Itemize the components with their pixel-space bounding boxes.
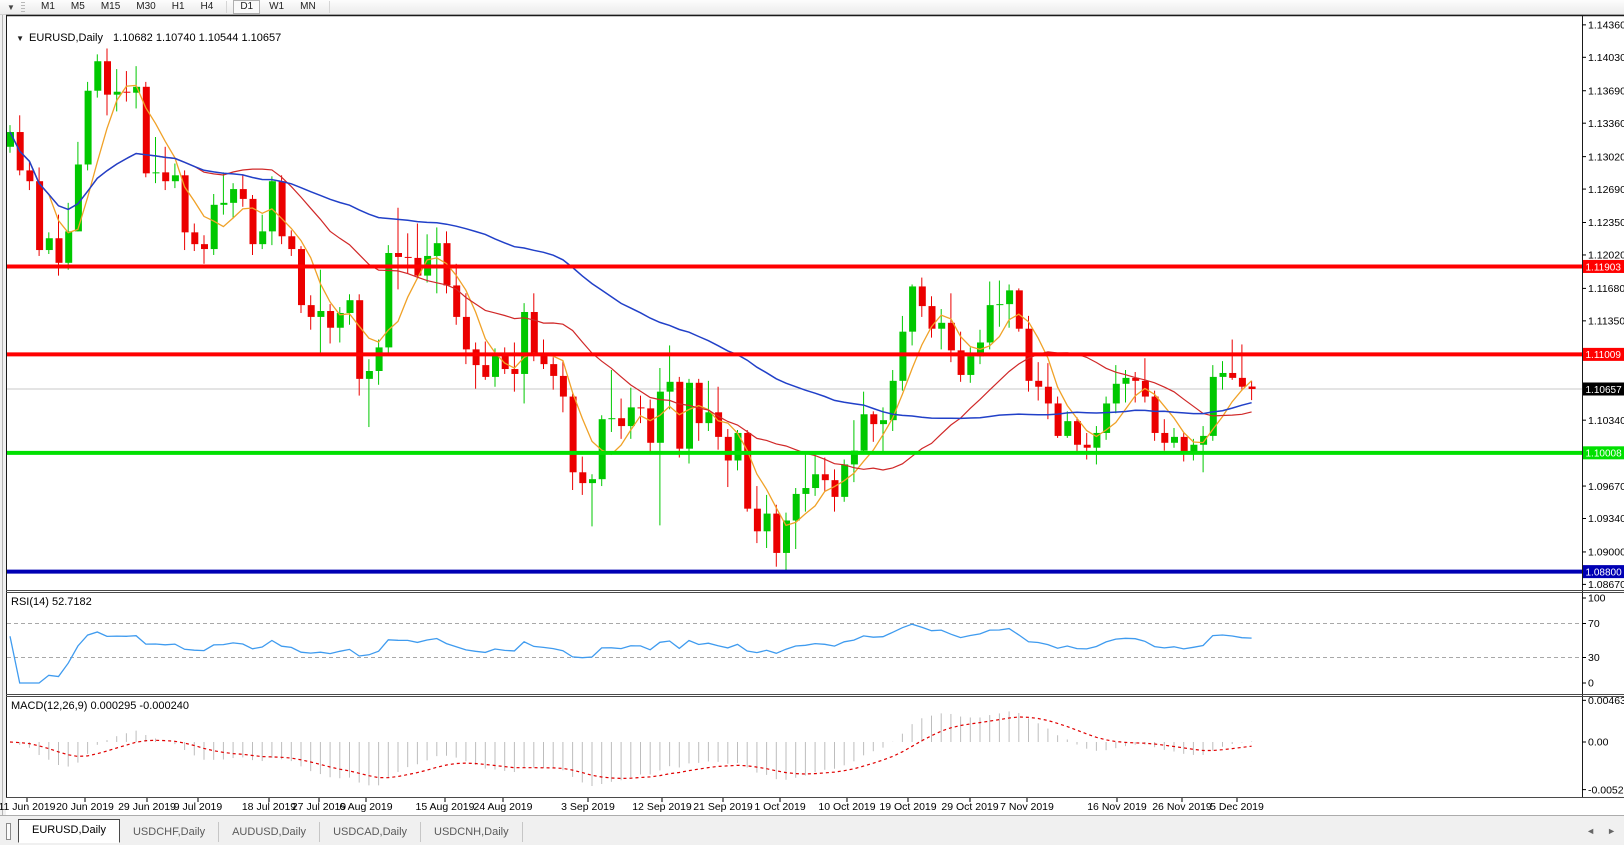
macd-indicator-label: MACD(12,26,9) 0.000295 -0.000240 [11, 700, 189, 712]
price-axis-label: 1.11680 [1588, 283, 1624, 295]
time-axis-label: 6 Aug 2019 [339, 801, 392, 813]
price-axis-label: 1.12350 [1588, 217, 1624, 229]
time-axis-label: 15 Aug 2019 [416, 801, 475, 813]
time-axis-label: 26 Nov 2019 [1152, 801, 1212, 813]
chart-tab-usdcad[interactable]: USDCAD,Daily [320, 822, 421, 842]
svg-text:1.10657: 1.10657 [1586, 385, 1623, 396]
tab-bar-grip[interactable] [6, 823, 11, 840]
time-axis-label: 20 Jun 2019 [56, 801, 114, 813]
price-axis-label: 1.12690 [1588, 184, 1624, 196]
chart-canvas[interactable]: 1.11903 1.11009 1.10008 1.08800 1.10657 1.143… [0, 0, 1624, 845]
time-axis-label: 29 Jun 2019 [118, 801, 176, 813]
tab-scroll-controls: ◄ ► [1586, 826, 1616, 836]
price-axis-label: 1.12020 [1588, 250, 1624, 262]
chart-panels-background [6, 16, 1624, 815]
svg-text:1.11009: 1.11009 [1586, 350, 1622, 361]
chart-tab-usdcnh[interactable]: USDCNH,Daily [421, 822, 523, 842]
time-axis-label: 9 Jul 2019 [174, 801, 223, 813]
time-axis-label: 7 Nov 2019 [1000, 801, 1054, 813]
price-axis-label: 1.09340 [1588, 513, 1624, 525]
time-axis-label: 5 Dec 2019 [1210, 801, 1264, 813]
price-axis-label: 1.14030 [1588, 52, 1624, 64]
time-axis-label: 10 Oct 2019 [818, 801, 875, 813]
time-axis-label: 24 Aug 2019 [474, 801, 533, 813]
time-axis-label: 19 Oct 2019 [879, 801, 936, 813]
time-axis-label: 18 Jul 2019 [242, 801, 296, 813]
chart-symbol-label: EURUSD,Daily [29, 32, 103, 44]
chart-collapse-icon[interactable]: ▼ [16, 34, 24, 43]
price-axis-label: 1.09670 [1588, 481, 1624, 493]
time-axis-label: 12 Sep 2019 [632, 801, 692, 813]
rsi-axis-label: 0 [1588, 678, 1594, 690]
time-axis-label: 27 Jul 2019 [292, 801, 346, 813]
tab-scroll-left-icon[interactable]: ◄ [1586, 826, 1595, 836]
time-axis-label: 29 Oct 2019 [941, 801, 998, 813]
svg-text:1.08800: 1.08800 [1586, 567, 1623, 578]
chart-ohlc-values: 1.10682 1.10740 1.10544 1.10657 [113, 32, 281, 44]
macd-axis-label: -0.00529 [1588, 784, 1624, 796]
price-axis-label: 1.14360 [1588, 20, 1624, 32]
svg-text:1.10008: 1.10008 [1586, 449, 1623, 460]
chart-tab-usdchf[interactable]: USDCHF,Daily [120, 822, 219, 842]
macd-axis-label: 0.00463 [1588, 695, 1624, 707]
time-axis-label: 11 Jun 2019 [0, 801, 56, 813]
rsi-indicator-label: RSI(14) 52.7182 [11, 596, 92, 608]
rsi-axis-label: 100 [1588, 593, 1606, 605]
price-axis-label: 1.10340 [1588, 415, 1624, 427]
chart-tab-eurusd[interactable]: EURUSD,Daily [18, 819, 120, 843]
price-axis-label: 1.13690 [1588, 85, 1624, 97]
rsi-axis-label: 70 [1588, 618, 1600, 630]
chart-title: ▼ EURUSD,Daily 1.10682 1.10740 1.10544 1.1… [10, 20, 281, 44]
price-axis-label: 1.13360 [1588, 118, 1624, 130]
chart-tab-audusd[interactable]: AUDUSD,Daily [219, 822, 320, 842]
time-axis-label: 21 Sep 2019 [693, 801, 753, 813]
time-axis-label: 3 Sep 2019 [561, 801, 615, 813]
price-axis-label: 1.11350 [1588, 316, 1624, 328]
tab-scroll-right-icon[interactable]: ► [1607, 826, 1616, 836]
chart-tab-bar: EURUSD,DailyUSDCHF,DailyAUDUSD,DailyUSDC… [0, 815, 1624, 845]
macd-axis-label: 0.00 [1588, 737, 1609, 749]
price-axis-label: 1.08670 [1588, 579, 1624, 591]
price-axis-label: 1.13020 [1588, 151, 1624, 163]
svg-text:1.11903: 1.11903 [1586, 262, 1622, 273]
time-axis-label: 16 Nov 2019 [1087, 801, 1147, 813]
time-axis-label: 1 Oct 2019 [754, 801, 806, 813]
rsi-axis-label: 30 [1588, 652, 1600, 664]
price-axis-label: 1.09000 [1588, 547, 1624, 559]
